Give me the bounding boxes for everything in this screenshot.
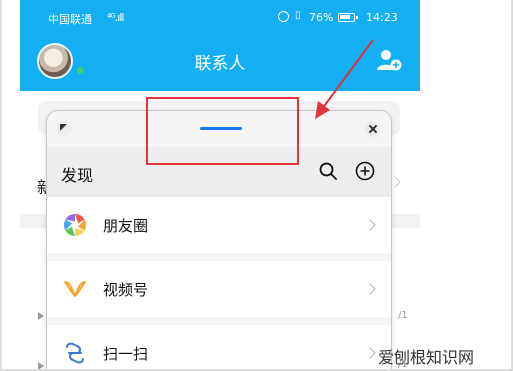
status-bar: 中国联通 ⁴ᴳ.ıll ▯ 76% 14:23 <box>20 0 420 36</box>
signal-icon: ⁴ᴳ.ıll <box>107 11 124 24</box>
background-group-count: /1 <box>398 310 408 321</box>
menu-item-channels[interactable]: 视频号 <box>47 261 391 317</box>
plus-circle-icon[interactable] <box>355 161 375 181</box>
discover-title: 发现 <box>61 166 94 185</box>
menu-item-moments[interactable]: 朋友圈 <box>47 197 391 253</box>
watermark: 爱刨根知识网 <box>378 348 475 367</box>
chevron-right-icon <box>364 347 376 359</box>
minimize-window-icon[interactable] <box>57 121 72 136</box>
battery-icon <box>338 13 358 22</box>
battery-percent: 76% <box>309 11 334 24</box>
add-contact-icon[interactable] <box>376 48 402 72</box>
page-title: 联系人 <box>194 54 246 74</box>
carrier-name: 中国联通 <box>48 13 92 26</box>
search-icon[interactable] <box>319 162 337 180</box>
vibrate-icon: ▯ <box>295 10 301 21</box>
close-icon[interactable] <box>365 121 381 137</box>
chevron-right-icon <box>364 283 376 295</box>
clock: 14:23 <box>366 11 398 24</box>
channels-icon <box>64 281 86 297</box>
annotation-highlight-box <box>146 97 299 165</box>
left-edge <box>0 0 2 371</box>
alarm-icon <box>278 11 289 22</box>
menu-item-scan[interactable]: 扫一扫 <box>47 325 391 371</box>
app-header: 中国联通 ⁴ᴳ.ıll ▯ 76% 14:23 联系人 <box>20 0 420 91</box>
chevron-right-icon <box>364 219 376 231</box>
menu-item-label: 朋友圈 <box>103 217 149 235</box>
menu-item-label: 视频号 <box>103 281 149 299</box>
moments-icon <box>64 214 86 236</box>
scan-icon <box>66 342 84 364</box>
background-group-arrow-icon <box>38 312 44 320</box>
menu-item-label: 扫一扫 <box>103 345 149 363</box>
